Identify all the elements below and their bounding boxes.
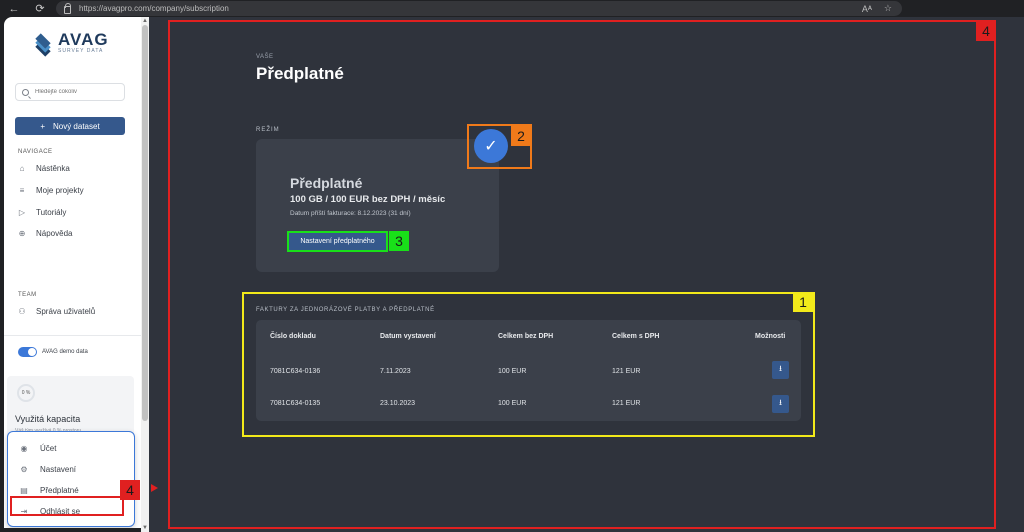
plus-icon: +: [40, 121, 45, 131]
mode-label: REŽIM: [256, 127, 280, 133]
menu-item-label: Nastavení: [40, 465, 77, 474]
invoice-date: 23.10.2023: [380, 400, 416, 407]
sidebar-item-tutorials[interactable]: ▷ Tutoriály: [18, 208, 66, 217]
read-aloud-icon[interactable]: Aᴬ: [862, 4, 872, 14]
column-header-gross: Celkem s DPH: [612, 333, 660, 340]
annotation-badge-2: 2: [511, 126, 531, 146]
back-arrow-icon[interactable]: ←: [4, 0, 24, 17]
sidebar-item-dashboard[interactable]: ⌂ Nástěnka: [18, 164, 70, 173]
demo-data-toggle[interactable]: [18, 347, 37, 357]
demo-data-row: AVAG demo data: [18, 347, 88, 357]
column-header-net: Celkem bez DPH: [498, 333, 554, 340]
invoices-section-label: FAKTURY ZA JEDNORÁZOVÉ PLATBY A PŘEDPLAT…: [256, 307, 435, 313]
search-icon: [22, 88, 29, 96]
invoice-number: 7081C634-0136: [270, 368, 321, 375]
logo-mark-icon: [34, 33, 52, 57]
users-icon: ⚇: [18, 306, 26, 316]
annotation-badge-3: 3: [389, 231, 409, 251]
menu-item-account[interactable]: ◉ Účet: [20, 443, 57, 453]
column-header-number: Číslo dokladu: [270, 333, 316, 340]
annotation-frame-main: [168, 20, 996, 529]
sidebar-item-users[interactable]: ⚇ Správa uživatelů: [18, 307, 95, 316]
page-title: Předplatné: [256, 64, 344, 83]
annotation-badge-4-main: 4: [976, 21, 996, 41]
avag-logo[interactable]: AVAG SURVEY DATA: [34, 30, 109, 57]
list-icon: ≡: [19, 185, 25, 195]
search-box[interactable]: [15, 83, 125, 101]
menu-item-settings[interactable]: ⚙ Nastavení: [20, 465, 76, 474]
sidebar-item-projects[interactable]: ≡ Moje projekty: [18, 186, 84, 195]
subscription-card: [256, 139, 499, 272]
invoice-net: 100 EUR: [498, 368, 527, 375]
subscription-settings-button[interactable]: Nastavení předplatného: [287, 231, 388, 252]
annotation-frame-subscription: [10, 496, 124, 516]
card-icon: ▤: [20, 485, 28, 495]
play-icon: ▷: [18, 207, 26, 217]
invoice-date: 7.11.2023: [380, 368, 411, 375]
menu-item-label: Účet: [40, 444, 57, 453]
annotation-badge-4-side: 4: [120, 480, 140, 500]
column-header-options: Možnosti: [755, 333, 786, 340]
scrollbar-thumb[interactable]: [142, 25, 148, 421]
logo-title: AVAG: [58, 30, 109, 49]
invoice-net: 100 EUR: [498, 400, 527, 407]
breadcrumb: VAŠE: [256, 54, 274, 60]
plan-size: 100 GB / 100 EUR bez DPH / měsíc: [290, 194, 446, 205]
new-dataset-button[interactable]: + Nový dataset: [15, 117, 125, 135]
invoice-number: 7081C634-0135: [270, 400, 321, 407]
scroll-down-arrow-icon[interactable]: ▼: [141, 524, 149, 532]
favorite-star-icon[interactable]: ☆: [884, 3, 892, 14]
menu-item-label: Předplatné: [40, 486, 79, 495]
invoice-gross: 121 EUR: [612, 368, 641, 375]
sidebar-item-label: Tutoriály: [36, 208, 67, 217]
search-input[interactable]: [35, 89, 115, 95]
new-dataset-label: Nový dataset: [52, 121, 100, 131]
plan-title: Předplatné: [290, 175, 363, 191]
sidebar-item-label: Správa uživatelů: [36, 307, 96, 316]
user-icon: ◉: [20, 443, 28, 453]
browser-toolbar: ← ⟳ https://avagpro.com/company/subscrip…: [0, 0, 1024, 17]
annotation-arrow-icon: [151, 484, 158, 492]
next-invoice-date: Datum příští fakturace: 8.12.2023 (31 dn…: [290, 210, 411, 217]
sidebar: AVAG SURVEY DATA + Nový dataset NAVIGACE…: [4, 17, 145, 528]
reload-icon[interactable]: ⟳: [30, 0, 50, 17]
team-section-label: TEAM: [18, 292, 37, 298]
menu-item-subscription[interactable]: ▤ Předplatné: [20, 485, 79, 495]
address-bar[interactable]: https://avagpro.com/company/subscription…: [56, 1, 902, 16]
home-icon: ⌂: [19, 163, 25, 173]
selected-check-icon[interactable]: ✓: [474, 129, 508, 163]
sidebar-item-help[interactable]: ⊕ Nápověda: [18, 228, 73, 238]
invoice-gross: 121 EUR: [612, 400, 641, 407]
capacity-ring: 0 %: [17, 384, 35, 402]
sidebar-item-label: Nástěnka: [36, 164, 70, 173]
scroll-up-arrow-icon[interactable]: ▲: [141, 17, 149, 25]
demo-data-label: AVAG demo data: [42, 349, 88, 355]
sidebar-item-label: Moje projekty: [36, 186, 84, 195]
annotation-badge-1: 1: [793, 292, 813, 312]
logo-subtitle: SURVEY DATA: [58, 48, 104, 54]
download-icon[interactable]: ⭳: [772, 395, 789, 413]
sidebar-item-label: Nápověda: [36, 229, 73, 238]
download-icon[interactable]: ⭳: [772, 361, 789, 379]
gear-icon: ⚙: [20, 464, 28, 474]
url-text: https://avagpro.com/company/subscription: [79, 4, 229, 13]
column-header-date: Datum vystavení: [380, 333, 436, 340]
sidebar-scrollbar[interactable]: ▲ ▼: [141, 17, 149, 532]
capacity-title: Využitá kapacita: [15, 414, 81, 424]
nav-section-label: NAVIGACE: [18, 149, 53, 155]
divider: [4, 335, 145, 336]
lock-icon: [64, 2, 71, 14]
globe-icon: ⊕: [18, 228, 26, 238]
